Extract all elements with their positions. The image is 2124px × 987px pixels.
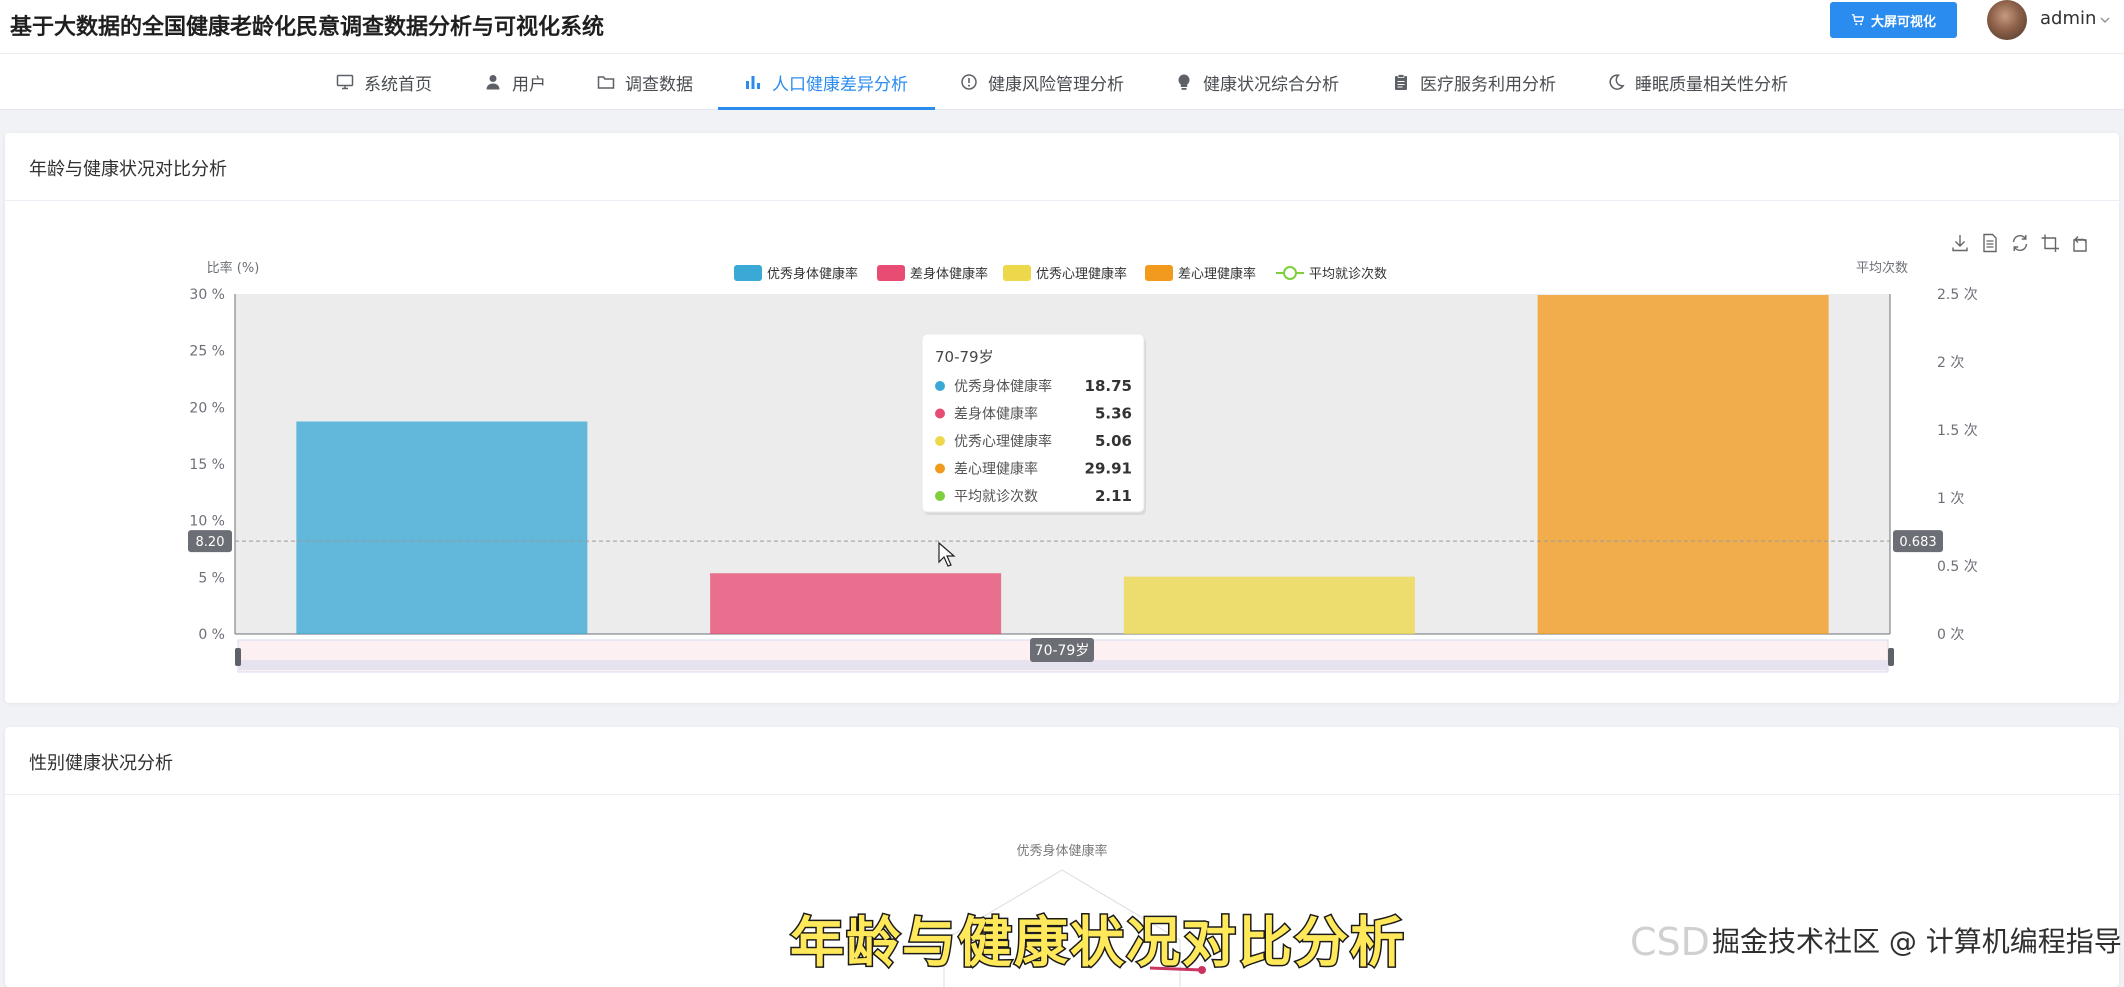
video-subtitle: 年龄与健康状况对比分析	[789, 910, 1406, 976]
radar-indicator-label: 优秀身体健康率	[1016, 843, 1107, 859]
watermark-community: 掘金技术社区 @ 计算机编程指导师	[1712, 925, 2124, 958]
watermark-csd: CSD	[1630, 920, 1710, 964]
gender-radar-chart: 优秀身体健康率	[943, 843, 1206, 987]
